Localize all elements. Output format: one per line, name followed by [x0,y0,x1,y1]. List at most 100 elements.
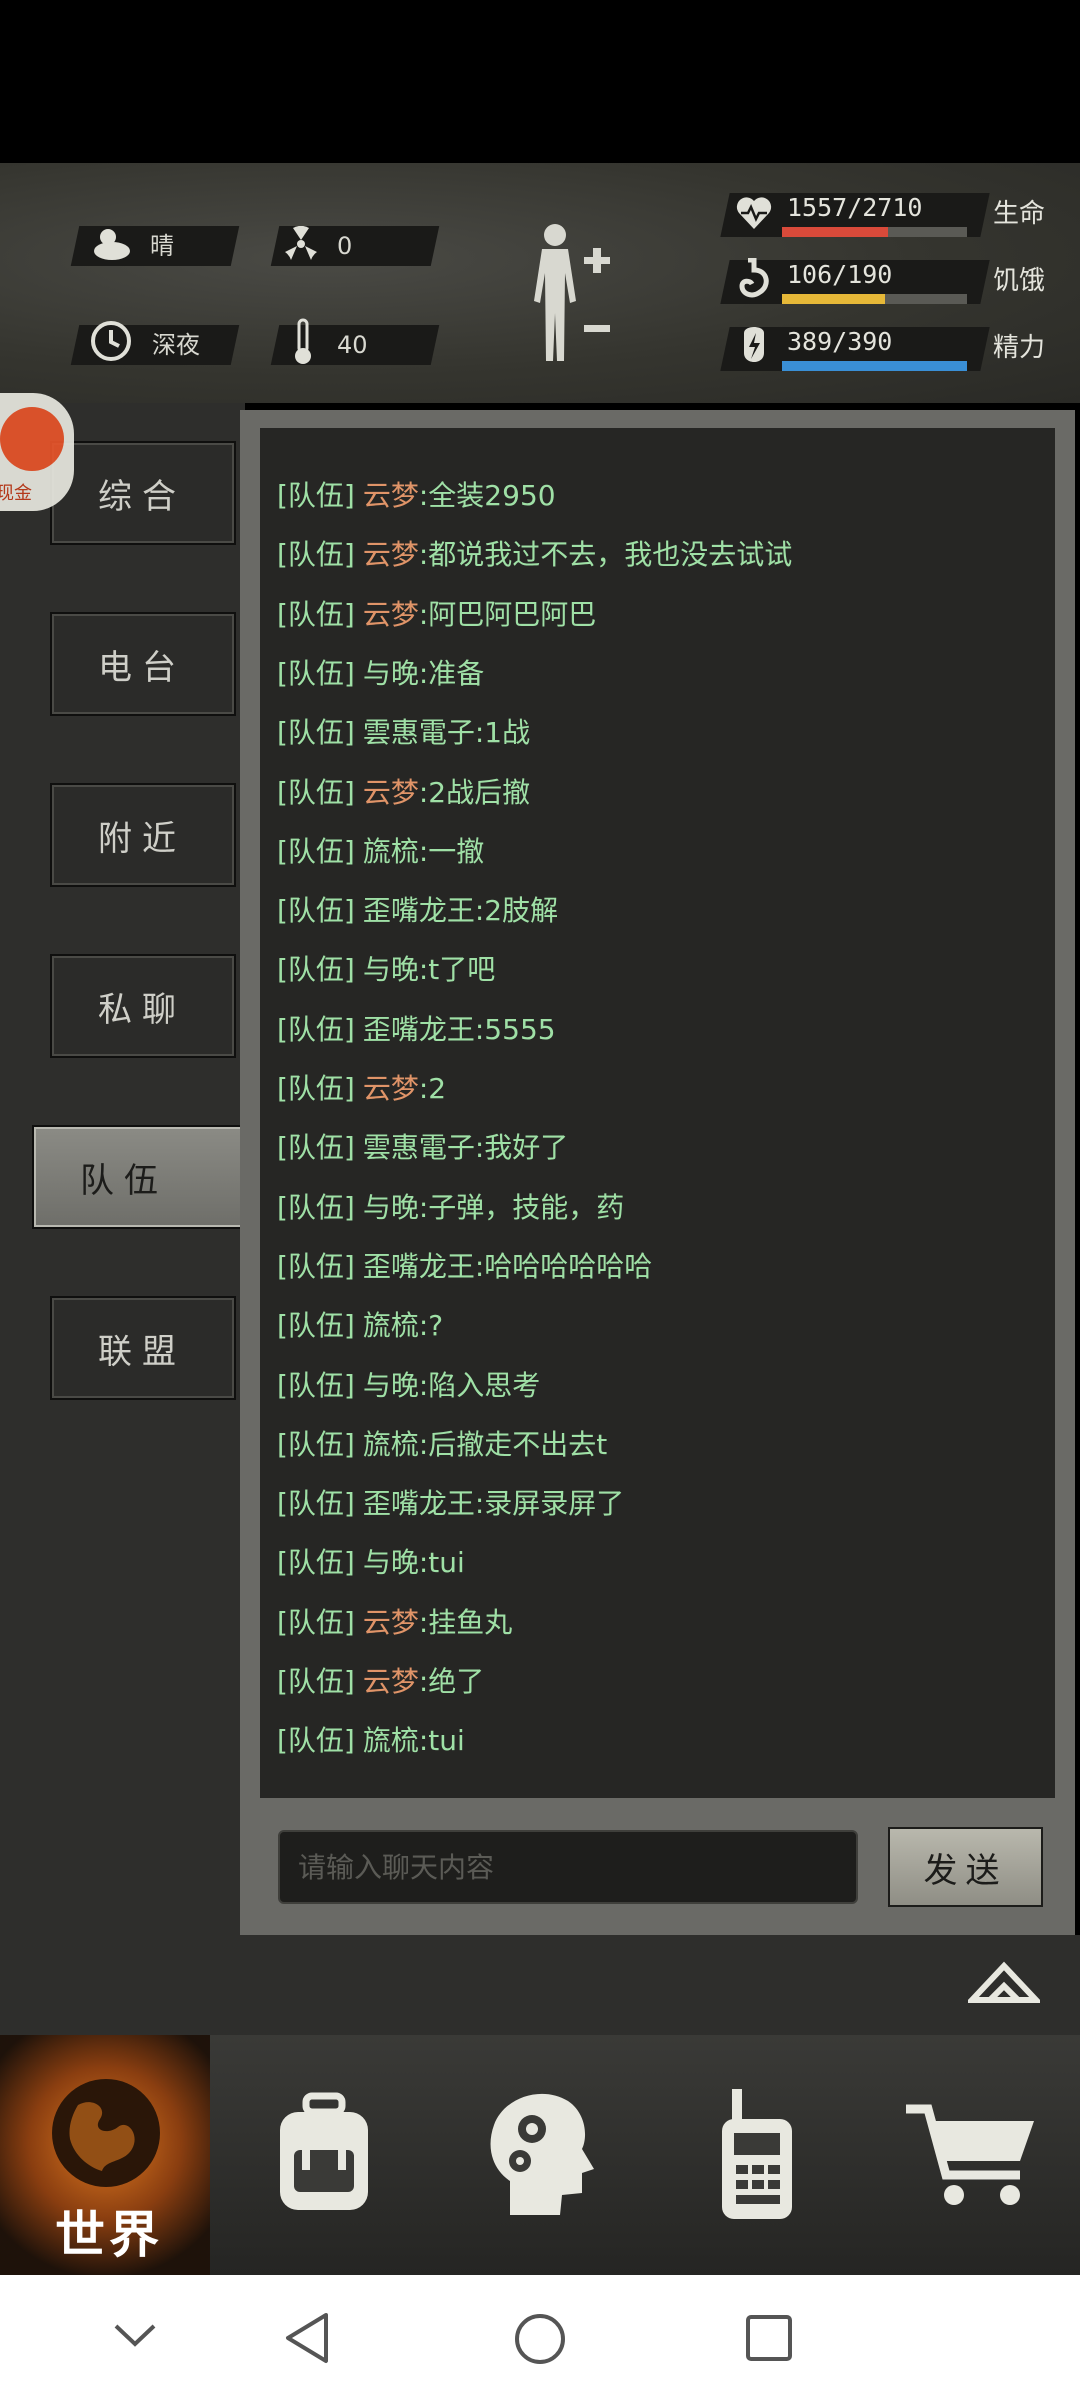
chevron-down-icon[interactable] [110,2320,160,2350]
health-value: 1557/2710 [787,193,923,222]
system-nav-bar [0,2275,1080,2400]
chat-message: [队伍] 云梦:2 [277,1067,446,1107]
nav-world[interactable]: 世界 [0,2035,210,2275]
message-channel: [队伍] [277,894,355,927]
chat-message: [队伍] 云梦:全装2950 [277,474,556,514]
chat-message: [队伍] 与晚:t了吧 [277,948,495,988]
temperature-value: 40 [337,331,368,359]
message-sender[interactable]: 旒梳 [363,1724,419,1757]
message-text: :后撤走不出去t [418,1428,608,1461]
message-text: :阿巴阿巴阿巴 [418,598,597,631]
message-sender[interactable]: 云梦 [363,1072,419,1105]
message-text: :2 [418,1072,447,1105]
chat-message: [队伍] 歪嘴龙王:2肢解 [277,889,558,929]
chat-message: [队伍] 与晚:陷入思考 [277,1364,540,1404]
message-text: :准备 [418,657,485,690]
chat-input-box[interactable] [278,1830,858,1904]
energy-icon [744,327,764,362]
radiation-value: 0 [337,232,353,260]
health-label: 生命 [993,199,1046,229]
collapse-bar [0,1935,1080,2035]
message-text: :? [418,1309,444,1342]
recents-icon[interactable] [744,2313,794,2363]
message-channel: [队伍] [277,1131,355,1164]
chat-input[interactable] [280,1832,856,1902]
heart-icon [736,197,772,229]
hunger-bar [782,294,967,304]
chat-message: [队伍] 雲惠電子:1战 [277,711,530,751]
message-text: :t了吧 [418,953,496,986]
message-sender[interactable]: 歪嘴龙王 [363,894,475,927]
message-channel: [队伍] [277,1606,355,1639]
hunger-label: 饥饿 [993,266,1046,296]
message-channel: [队伍] [277,538,355,571]
message-text: :5555 [474,1013,556,1046]
chat-message: [队伍] 云梦:阿巴阿巴阿巴 [277,593,596,633]
nav-radio[interactable] [648,2035,864,2275]
game-nav: 世界 [0,2035,1080,2275]
channel-tabs: 综合 电台 附近 私聊 队伍 联盟 [0,403,245,2028]
message-sender[interactable]: 云梦 [363,538,419,571]
message-sender[interactable]: 云梦 [363,776,419,809]
chat-message: [队伍] 云梦:都说我过不去，我也没去试试 [277,533,792,573]
nav-skills[interactable] [432,2035,648,2275]
nav-backpack[interactable] [216,2035,432,2275]
nav-shop[interactable] [864,2035,1080,2275]
message-text: :子弹，技能，药 [418,1191,625,1224]
back-icon[interactable] [282,2311,332,2365]
message-sender[interactable]: 云梦 [363,598,419,631]
home-icon[interactable] [512,2311,568,2367]
tab-alliance[interactable]: 联盟 [50,1296,236,1400]
message-sender[interactable]: 与晚 [363,1191,419,1224]
tab-radio[interactable]: 电台 [50,612,236,716]
brain-skills-icon [490,2093,594,2215]
tab-team[interactable]: 队伍 [32,1125,244,1229]
chat-message: [队伍] 与晚:tui [277,1541,465,1581]
tab-private[interactable]: 私聊 [50,954,236,1058]
chat-message: [队伍] 云梦:挂鱼丸 [277,1601,512,1641]
message-sender[interactable]: 旒梳 [363,835,419,868]
message-sender[interactable]: 旒梳 [363,1309,419,1342]
message-text: :绝了 [418,1665,485,1698]
message-sender[interactable]: 旒梳 [363,1428,419,1461]
message-sender[interactable]: 与晚 [363,1369,419,1402]
floating-badge[interactable]: 现金 [0,393,74,511]
send-button[interactable]: 发送 [888,1827,1043,1907]
message-sender[interactable]: 云梦 [363,1665,419,1698]
message-sender[interactable]: 歪嘴龙王 [363,1250,475,1283]
stomach-icon [739,258,769,298]
tab-general[interactable]: 综合 [50,441,236,545]
message-channel: [队伍] [277,1013,355,1046]
message-sender[interactable]: 雲惠電子 [363,716,475,749]
message-sender[interactable]: 与晚 [363,1546,419,1579]
message-channel: [队伍] [277,1487,355,1520]
message-sender[interactable]: 与晚 [363,657,419,690]
message-sender[interactable]: 云梦 [363,479,419,512]
chat-message: [队伍] 旒梳:一撤 [277,830,484,870]
message-sender[interactable]: 雲惠電子 [363,1131,475,1164]
tab-nearby[interactable]: 附近 [50,783,236,887]
chat-message: [队伍] 歪嘴龙王:哈哈哈哈哈哈 [277,1245,652,1285]
message-channel: [队伍] [277,1665,355,1698]
message-channel: [队伍] [277,835,355,868]
body-status-icon[interactable] [520,221,620,371]
message-channel: [队伍] [277,657,355,690]
message-channel: [队伍] [277,1369,355,1402]
message-text: :哈哈哈哈哈哈 [474,1250,653,1283]
message-channel: [队伍] [277,716,355,749]
shopping-cart-icon [906,2104,1034,2205]
message-text: :tui [418,1546,465,1579]
chat-message: [队伍] 旒梳:后撤走不出去t [277,1423,607,1463]
message-channel: [队伍] [277,953,355,986]
chat-log[interactable] [260,428,1055,1798]
message-sender[interactable]: 歪嘴龙王 [363,1013,475,1046]
message-sender[interactable]: 歪嘴龙王 [363,1487,475,1520]
message-channel: [队伍] [277,1724,355,1757]
message-sender[interactable]: 与晚 [363,953,419,986]
collapse-up-icon[interactable] [968,1960,1040,2006]
world-label: 世界 [55,2206,163,2264]
message-text: :都说我过不去，我也没去试试 [418,538,793,571]
message-sender[interactable]: 云梦 [363,1606,419,1639]
energy-value: 389/390 [787,327,893,356]
time-value: 深夜 [152,331,200,359]
